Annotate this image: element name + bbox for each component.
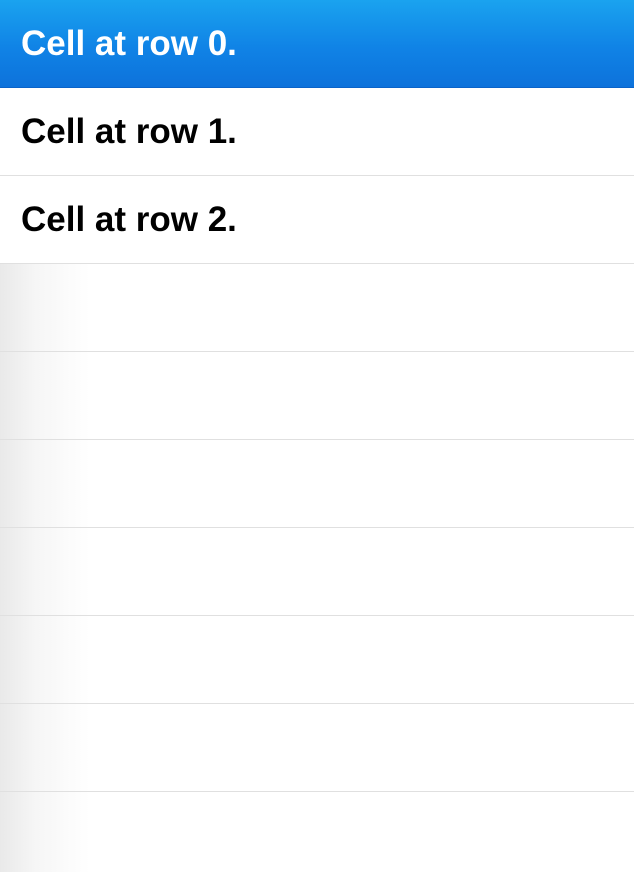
empty-table-row	[0, 528, 634, 616]
table-row[interactable]: Cell at row 1.	[0, 88, 634, 176]
empty-table-row	[0, 792, 634, 872]
table-row[interactable]: Cell at row 2.	[0, 176, 634, 264]
empty-table-row	[0, 704, 634, 792]
row-label: Cell at row 1.	[21, 111, 237, 151]
empty-table-row	[0, 264, 634, 352]
empty-table-row	[0, 440, 634, 528]
table-view[interactable]: Cell at row 0. Cell at row 1. Cell at ro…	[0, 0, 634, 872]
table-row[interactable]: Cell at row 0.	[0, 0, 634, 88]
row-label: Cell at row 0.	[21, 23, 237, 63]
empty-rows	[0, 264, 634, 872]
empty-table-row	[0, 616, 634, 704]
empty-table-row	[0, 352, 634, 440]
row-label: Cell at row 2.	[21, 199, 237, 239]
